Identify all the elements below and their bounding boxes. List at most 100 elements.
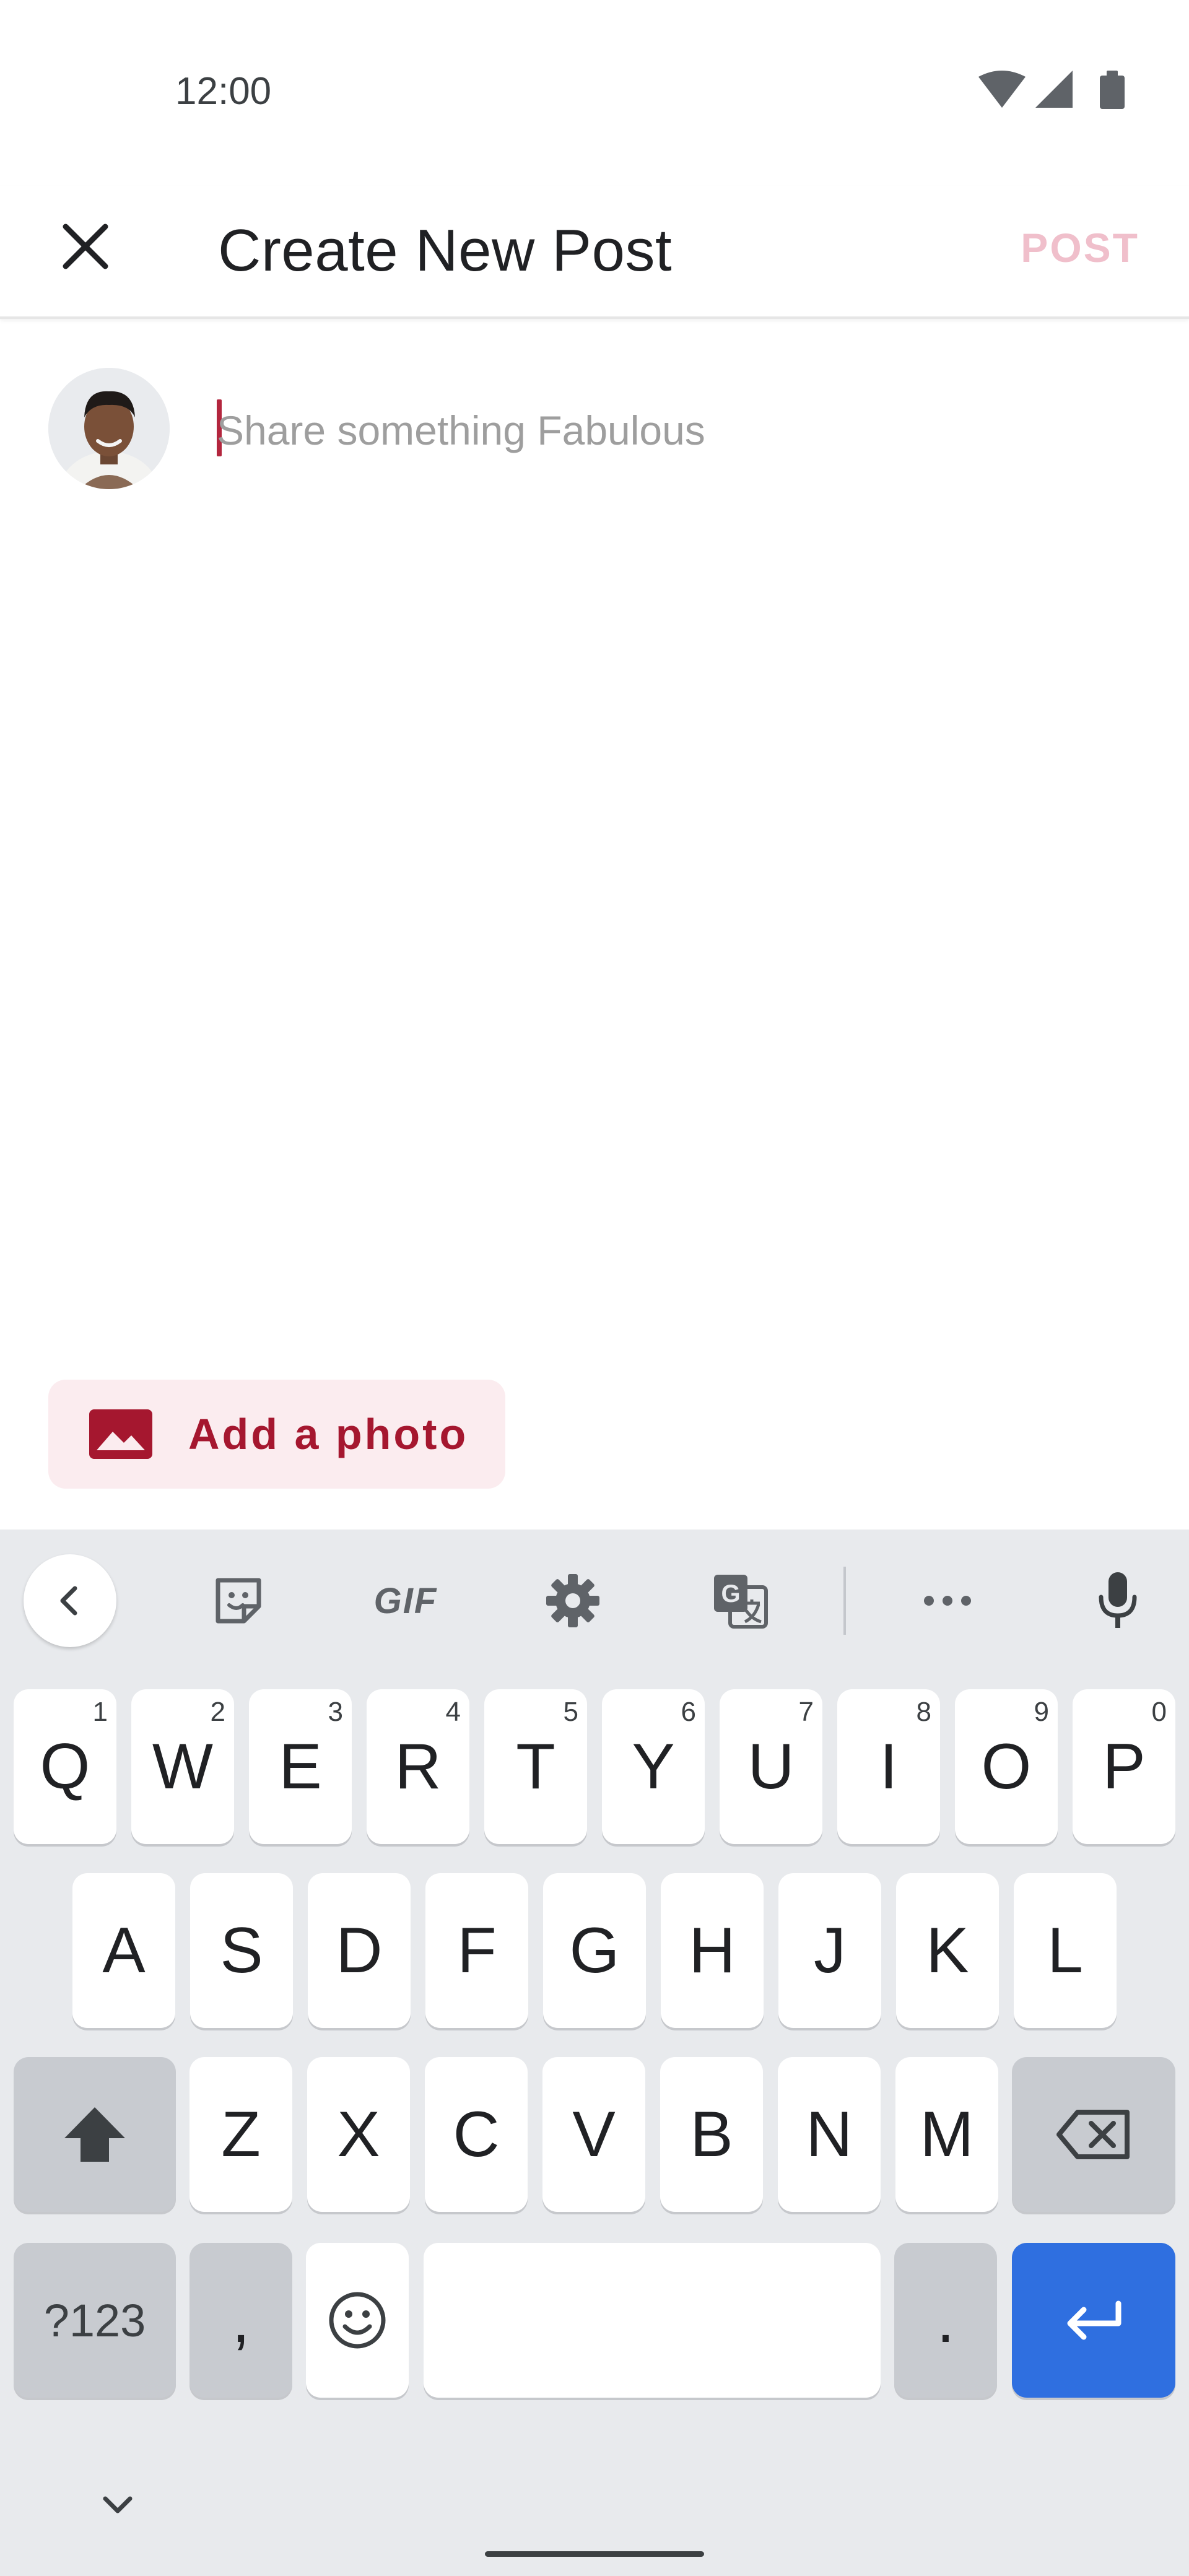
key-hint: 6 xyxy=(681,1697,696,1727)
key-label: E xyxy=(279,1730,322,1803)
key-label: P xyxy=(1102,1730,1146,1803)
key-label: F xyxy=(457,1914,497,1986)
key-e[interactable]: E3 xyxy=(249,1689,352,1844)
post-button[interactable]: POST xyxy=(1021,211,1139,285)
more-options-button[interactable] xyxy=(901,1554,994,1647)
home-indicator[interactable] xyxy=(485,2551,704,2557)
key-l[interactable]: L xyxy=(1014,1873,1117,2028)
key-label: M xyxy=(920,2098,974,2170)
key-hint: 1 xyxy=(92,1697,108,1727)
period-key[interactable]: . xyxy=(894,2243,997,2398)
key-a[interactable]: A xyxy=(72,1873,175,2028)
sticker-icon xyxy=(216,1578,261,1624)
key-label: T xyxy=(516,1730,555,1803)
key-label: U xyxy=(747,1730,795,1803)
key-label: L xyxy=(1047,1914,1083,1986)
key-w[interactable]: W2 xyxy=(131,1689,234,1844)
key-label: O xyxy=(981,1730,1032,1803)
hide-keyboard-button[interactable] xyxy=(93,2480,142,2530)
backspace-key[interactable] xyxy=(1012,2057,1175,2212)
shift-key[interactable] xyxy=(14,2057,176,2212)
key-label: I xyxy=(879,1730,898,1803)
key-hint: 2 xyxy=(210,1697,225,1727)
key-h[interactable]: H xyxy=(661,1873,764,2028)
key-k[interactable]: K xyxy=(896,1873,999,2028)
key-label: H xyxy=(689,1914,736,1986)
key-t[interactable]: T5 xyxy=(484,1689,587,1844)
translate-icon: G xyxy=(714,1575,768,1629)
key-b[interactable]: B xyxy=(660,2057,763,2212)
key-label: B xyxy=(690,2098,733,2170)
key-label: C xyxy=(453,2098,500,2170)
add-photo-button[interactable]: Add a photo xyxy=(48,1380,505,1489)
keyboard-toolbar: GIF G xyxy=(0,1530,1189,1666)
status-icons xyxy=(978,69,1133,110)
key-m[interactable]: M xyxy=(895,2057,998,2212)
key-hint: 4 xyxy=(445,1697,461,1727)
chevron-down-icon xyxy=(103,2496,133,2513)
translate-button[interactable]: G xyxy=(694,1554,786,1647)
key-n[interactable]: N xyxy=(778,2057,881,2212)
toolbar-divider xyxy=(843,1567,846,1635)
key-label: A xyxy=(102,1914,146,1986)
emoji-icon xyxy=(329,2292,386,2349)
key-d[interactable]: D xyxy=(308,1873,411,2028)
keyboard-back-button[interactable] xyxy=(24,1554,116,1647)
key-label: J xyxy=(814,1914,846,1986)
emoji-key[interactable] xyxy=(306,2243,409,2398)
enter-key[interactable] xyxy=(1012,2243,1175,2398)
key-label: K xyxy=(926,1914,969,1986)
key-hint: 3 xyxy=(328,1697,343,1727)
post-text-input[interactable] xyxy=(217,390,1146,471)
battery-icon xyxy=(1100,71,1125,109)
key-j[interactable]: J xyxy=(778,1873,881,2028)
key-q[interactable]: Q1 xyxy=(14,1689,116,1844)
sticker-button[interactable] xyxy=(192,1554,285,1647)
key-hint: 0 xyxy=(1151,1697,1167,1727)
signal-icon xyxy=(1035,71,1073,108)
key-label: Y xyxy=(632,1730,675,1803)
chevron-left-icon xyxy=(60,1586,77,1616)
key-y[interactable]: Y6 xyxy=(602,1689,705,1844)
close-icon xyxy=(63,224,108,269)
key-p[interactable]: P0 xyxy=(1073,1689,1175,1844)
gif-button[interactable]: GIF xyxy=(359,1554,452,1647)
wifi-icon xyxy=(978,71,1026,108)
symbols-key[interactable]: ?123 xyxy=(14,2243,176,2398)
avatar xyxy=(48,368,170,489)
key-label: G xyxy=(569,1914,620,1986)
key-label: R xyxy=(394,1730,442,1803)
key-x[interactable]: X xyxy=(307,2057,410,2212)
key-i[interactable]: I8 xyxy=(837,1689,940,1844)
key-u[interactable]: U7 xyxy=(720,1689,822,1844)
voice-input-button[interactable] xyxy=(1071,1554,1164,1647)
key-c[interactable]: C xyxy=(425,2057,528,2212)
key-s[interactable]: S xyxy=(190,1873,293,2028)
status-time: 12:00 xyxy=(175,70,272,113)
svg-text:G: G xyxy=(721,1580,740,1608)
page-title: Create New Post xyxy=(218,217,673,284)
key-label: W xyxy=(152,1730,214,1803)
key-f[interactable]: F xyxy=(425,1873,528,2028)
key-label: Z xyxy=(221,2098,261,2170)
shift-icon xyxy=(64,2107,125,2162)
key-label: Q xyxy=(40,1730,90,1803)
key-r[interactable]: R4 xyxy=(367,1689,469,1844)
key-z[interactable]: Z xyxy=(189,2057,292,2212)
more-horizontal-icon xyxy=(924,1596,971,1606)
keyboard: GIF G Q 1 W 2 E 3 R 4 T 5 Y 6 U 7 I 8 O … xyxy=(0,1530,1189,2576)
status-bar: 12:00 xyxy=(0,0,1189,186)
keyboard-settings-button[interactable] xyxy=(526,1554,619,1647)
user-avatar-image xyxy=(48,368,170,489)
key-g[interactable]: G xyxy=(543,1873,646,2028)
enter-icon xyxy=(1067,2300,1121,2340)
close-button[interactable] xyxy=(43,204,127,288)
key-o[interactable]: O9 xyxy=(955,1689,1058,1844)
comma-key[interactable]: , xyxy=(189,2243,292,2398)
gear-icon xyxy=(546,1574,599,1627)
space-key[interactable] xyxy=(424,2243,881,2398)
key-label: N xyxy=(806,2098,853,2170)
app-bar: Create New Post POST xyxy=(0,186,1189,319)
key-v[interactable]: V xyxy=(542,2057,645,2212)
key-label: D xyxy=(336,1914,383,1986)
